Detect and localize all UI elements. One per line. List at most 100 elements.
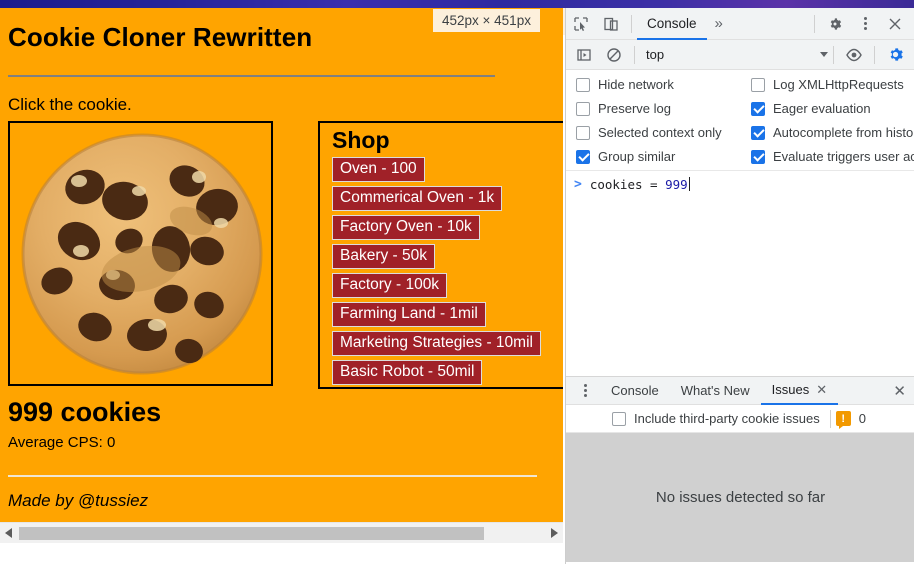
setting-label: Autocomplete from history	[773, 125, 914, 140]
shop-item-button[interactable]: Basic Robot - 50mil	[332, 360, 483, 385]
devtools-panel: Console » top Hide network Log XMLHttpRe…	[565, 8, 914, 564]
setting-evaluate-triggers-user-activation[interactable]: Evaluate triggers user activation	[741, 149, 914, 164]
setting-eager-evaluation[interactable]: Eager evaluation	[741, 101, 914, 116]
console-sidebar-icon[interactable]	[569, 41, 599, 69]
devtools-tabbar: Console »	[566, 8, 914, 40]
issues-empty-state: No issues detected so far	[566, 433, 914, 562]
main-content-row: Shop Oven - 100 Commerical Oven - 1k Fac…	[8, 121, 563, 393]
close-tab-icon[interactable]: ✕	[816, 382, 827, 398]
scroll-right-arrow-icon[interactable]	[546, 523, 563, 544]
shop-item-button[interactable]: Oven - 100	[332, 157, 425, 182]
instruction-text: Click the cookie.	[8, 95, 132, 114]
drawer-tabbar: Console What's New Issues ✕ ✕	[566, 376, 914, 405]
warning-badge-icon: !	[835, 411, 851, 429]
drawer-tab-label: What's New	[680, 383, 750, 398]
page-horizontal-scrollbar[interactable]	[0, 522, 563, 543]
shop-item-button[interactable]: Factory Oven - 10k	[332, 215, 480, 240]
setting-label: Selected context only	[598, 125, 722, 140]
toolbar-separator	[874, 45, 875, 64]
checkbox[interactable]	[751, 125, 765, 140]
shop-row: Factory Oven - 10k	[320, 215, 563, 244]
chevron-down-icon[interactable]	[820, 52, 828, 57]
drawer-tab-whats-new[interactable]: What's New	[670, 377, 761, 405]
shop-panel: Shop Oven - 100 Commerical Oven - 1k Fac…	[318, 121, 563, 389]
tab-console[interactable]: Console	[637, 9, 707, 40]
footer-divider	[8, 475, 537, 477]
scrollbar-thumb[interactable]	[19, 526, 484, 540]
setting-label: Eager evaluation	[773, 101, 871, 116]
kebab-menu-icon[interactable]	[850, 10, 880, 38]
setting-preserve-log[interactable]: Preserve log	[566, 101, 741, 116]
shop-item-button[interactable]: Commerical Oven - 1k	[332, 186, 503, 211]
console-prompt-line[interactable]: > cookies = 999	[566, 171, 914, 192]
console-expression-name: cookies =	[589, 177, 666, 192]
shop-item-button[interactable]: Factory - 100k	[332, 273, 448, 298]
setting-label: Log XMLHttpRequests	[773, 77, 904, 92]
console-expression-value: 999	[665, 177, 688, 192]
execution-context-selector[interactable]: top	[640, 47, 670, 62]
checkbox[interactable]	[751, 101, 765, 116]
drawer-tab-issues[interactable]: Issues ✕	[760, 377, 839, 405]
console-settings-gear-icon[interactable]	[880, 41, 910, 69]
close-icon[interactable]	[880, 10, 910, 38]
setting-group-similar[interactable]: Group similar	[566, 149, 741, 164]
live-expression-icon[interactable]	[839, 41, 869, 69]
console-toolbar: top	[566, 40, 914, 70]
shop-item-list: Oven - 100 Commerical Oven - 1k Factory …	[320, 157, 563, 387]
shop-row: Oven - 100	[320, 157, 563, 186]
scroll-left-arrow-icon[interactable]	[0, 523, 17, 544]
setting-label: Preserve log	[598, 101, 671, 116]
checkbox[interactable]	[576, 125, 590, 140]
cookie-image	[21, 133, 263, 375]
shop-title: Shop	[332, 127, 390, 153]
console-input[interactable]: cookies = 999	[590, 177, 690, 192]
shop-item-button[interactable]: Farming Land - 1mil	[332, 302, 486, 327]
setting-label: Group similar	[598, 149, 676, 164]
close-drawer-icon[interactable]: ✕	[884, 382, 914, 400]
console-output-area[interactable]: > cookies = 999	[566, 171, 914, 336]
shop-row: Commerical Oven - 1k	[320, 186, 563, 215]
checkbox[interactable]	[751, 149, 765, 164]
shop-row: Basic Robot - 50mil	[320, 360, 563, 387]
setting-selected-context-only[interactable]: Selected context only	[566, 125, 741, 140]
execution-context-label: top	[646, 47, 665, 62]
devtools-drawer: Console What's New Issues ✕ ✕ Include th…	[566, 376, 914, 564]
web-page-viewport: Cookie Cloner Rewritten Click the cookie…	[0, 8, 563, 543]
drawer-menu-icon[interactable]	[570, 377, 600, 405]
issues-filter-bar: Include third-party cookie issues ! 0	[566, 405, 914, 433]
checkbox[interactable]	[576, 101, 590, 116]
title-divider	[8, 75, 495, 77]
screenshot-root: Cookie Cloner Rewritten Click the cookie…	[0, 0, 914, 564]
toolbar-separator	[814, 14, 815, 33]
toolbar-separator	[833, 45, 834, 64]
issues-count: 0	[858, 411, 866, 426]
shop-item-button[interactable]: Bakery - 50k	[332, 244, 436, 269]
issues-empty-message: No issues detected so far	[655, 489, 826, 506]
inspect-element-icon[interactable]	[566, 10, 596, 38]
credit-text: Made by @tussiez	[8, 491, 149, 510]
device-toolbar-icon[interactable]	[596, 10, 626, 38]
checkbox[interactable]	[751, 77, 765, 92]
setting-hide-network[interactable]: Hide network	[566, 77, 741, 92]
toolbar-separator	[829, 409, 831, 428]
checkbox[interactable]	[576, 149, 590, 164]
console-settings-panel: Hide network Log XMLHttpRequests Preserv…	[566, 70, 914, 171]
browser-chrome-strip	[0, 0, 914, 8]
cookie-button[interactable]	[8, 121, 273, 386]
dimension-badge-bleed	[563, 8, 565, 35]
third-party-cookie-label: Include third-party cookie issues	[634, 411, 820, 426]
setting-log-xmlhttprequests[interactable]: Log XMLHttpRequests	[741, 77, 914, 92]
shop-item-button[interactable]: Marketing Strategies - 10mil	[332, 331, 541, 356]
third-party-cookie-checkbox[interactable]	[612, 411, 626, 426]
setting-autocomplete-from-history[interactable]: Autocomplete from history	[741, 125, 914, 140]
shop-row: Farming Land - 1mil	[320, 302, 563, 331]
toolbar-separator	[634, 45, 635, 64]
shop-row: Factory - 100k	[320, 273, 563, 302]
viewport-dimension-badge: 452px × 451px	[433, 9, 540, 32]
more-tabs-icon[interactable]: »	[707, 15, 731, 32]
drawer-tab-console[interactable]: Console	[600, 377, 670, 405]
toolbar-separator	[631, 14, 632, 33]
clear-console-icon[interactable]	[599, 41, 629, 69]
gear-icon[interactable]	[820, 10, 850, 38]
checkbox[interactable]	[576, 77, 590, 92]
